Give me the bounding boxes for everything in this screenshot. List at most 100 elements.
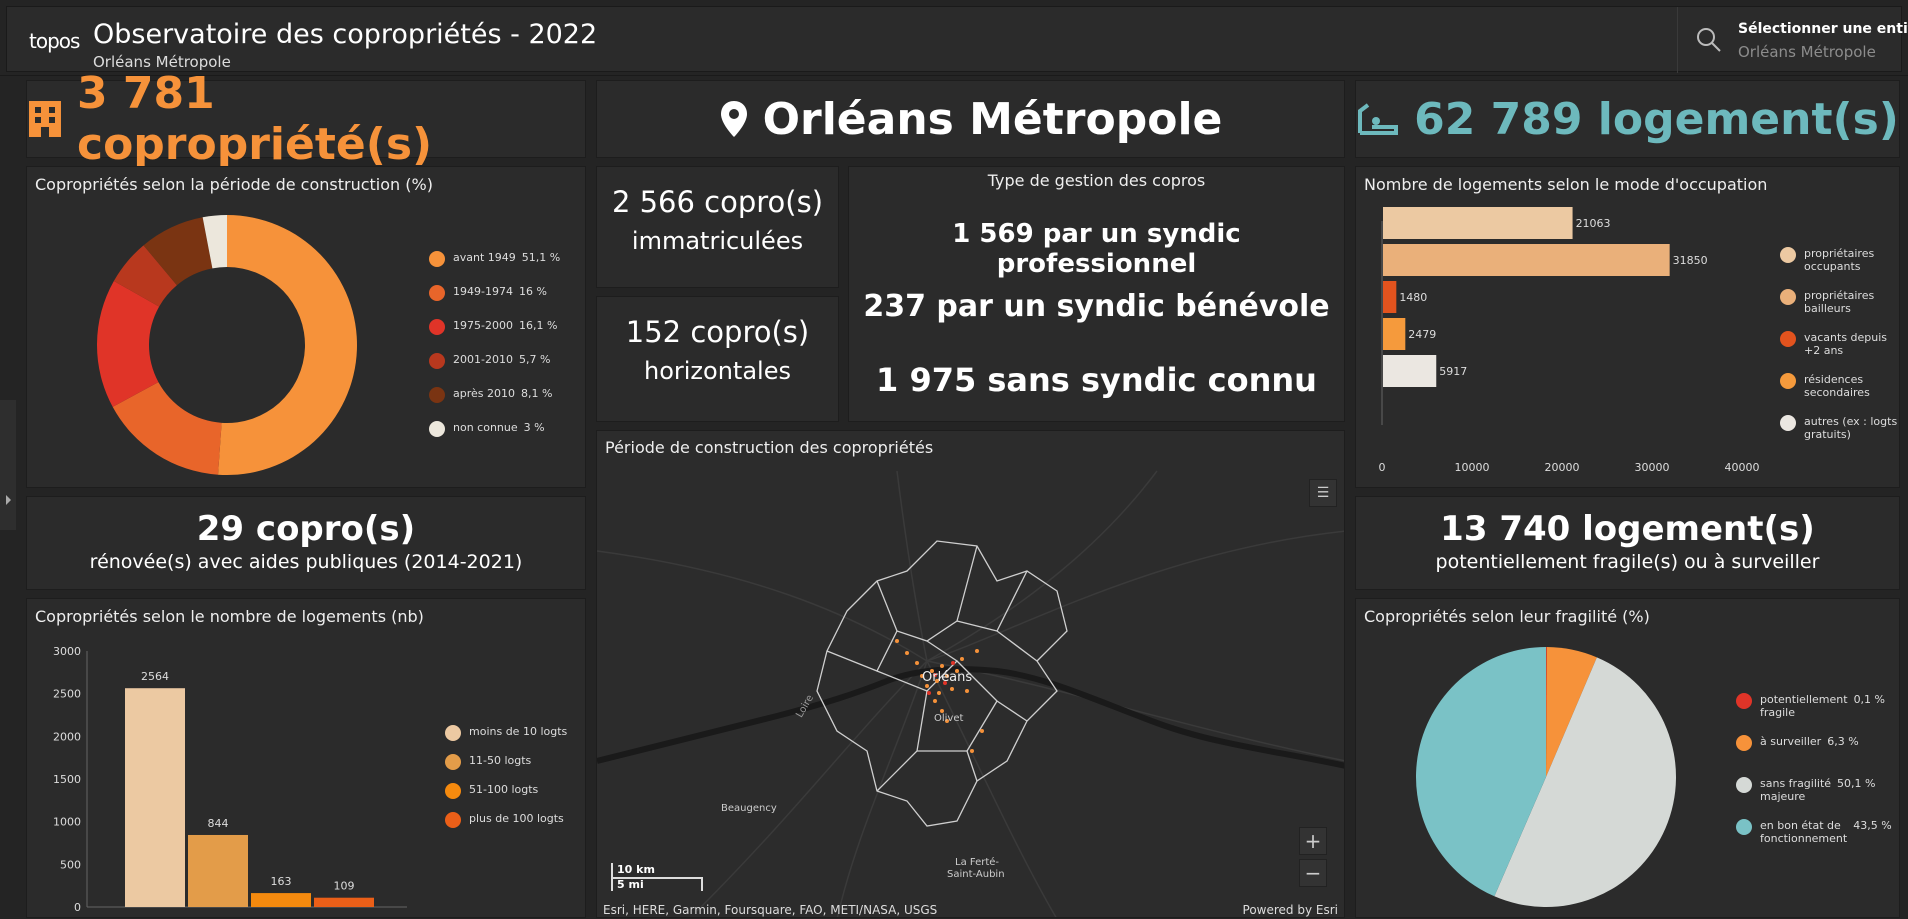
hbar-label-3: 2479 <box>1408 328 1436 341</box>
kpi-territory-panel: Orléans Métropole <box>596 80 1345 158</box>
entity-label: Sélectionner une entité : <box>1738 21 1908 37</box>
hbar-label-1: 31850 <box>1673 254 1708 267</box>
legend-label: 2001-2010 <box>453 353 513 366</box>
vbar-0 <box>125 688 185 907</box>
vbar-tick-2: 1000 <box>53 816 81 829</box>
map-attribution[interactable]: Esri, HERE, Garmin, Foursquare, FAO, MET… <box>603 903 937 917</box>
vbar-label-2: 163 <box>271 875 292 888</box>
legend-swatch <box>445 725 461 741</box>
building-icon <box>28 101 61 137</box>
fragilite-chart-panel: Copropriétés selon leur fragilité (%) po… <box>1355 598 1900 918</box>
map-panel[interactable]: Période de construction des copropriétés <box>596 430 1345 918</box>
legend-item: résidences secondaires <box>1780 373 1870 399</box>
legend-label: 1949-1974 <box>453 285 513 298</box>
search-icon[interactable] <box>1696 27 1722 53</box>
legend-swatch <box>1736 693 1752 709</box>
map-label-saint-aubin: Saint-Aubin <box>947 869 1005 880</box>
gestion-sans-syndic: 1 975 sans syndic connu <box>876 361 1317 399</box>
legend-label: à surveiller <box>1760 735 1822 748</box>
hbar-tick-3: 30000 <box>1635 461 1670 474</box>
legend-item: à surveiller 6,3 % <box>1736 735 1859 751</box>
gestion-benevole: 237 par un syndic bénévole <box>863 289 1330 324</box>
legend-item: 1949-1974 16 % <box>429 285 547 301</box>
legend-value: 3 % <box>523 421 545 434</box>
legend-item: 11-50 logts <box>445 754 531 770</box>
legend-value: 8,1 % <box>521 387 553 400</box>
legend-swatch <box>1736 777 1752 793</box>
renovees-panel: 29 copro(s) rénovée(s) avec aides publiq… <box>26 496 586 590</box>
legend-label: 1975-2000 <box>453 319 513 332</box>
hbar-label-2: 1480 <box>1399 291 1427 304</box>
topos-logo: topos <box>29 29 80 53</box>
scale-mi: 5 mi <box>617 878 644 891</box>
vbar-tick-1: 500 <box>60 858 81 871</box>
legend-item: autres (ex : logts gratuits) <box>1780 415 1897 441</box>
map-label-orleans: Orléans <box>922 670 973 685</box>
sidebar-toggle[interactable] <box>0 400 16 530</box>
periode-chart-panel: Copropriétés selon la période de constru… <box>26 166 586 488</box>
horizontales-count: 152 copro(s) <box>625 315 810 349</box>
app-title: Observatoire des copropriétés - 2022 <box>93 19 598 50</box>
donut-slice-0 <box>218 215 357 475</box>
vbar-label-3: 109 <box>334 880 355 893</box>
legend-label: moins de 10 logts <box>469 725 568 738</box>
hbar-tick-1: 10000 <box>1455 461 1490 474</box>
horizontales-panel: 152 copro(s) horizontales <box>596 296 839 422</box>
vbar-3 <box>314 897 374 907</box>
legend-item: en bon état de fonctionnement 43,5 % <box>1736 819 1892 845</box>
chevron-right-icon[interactable] <box>0 400 16 530</box>
renovees-label: rénovée(s) avec aides publiques (2014-20… <box>89 551 523 573</box>
fragiles-label: potentiellement fragile(s) ou à surveill… <box>1435 551 1820 573</box>
legend-item: propriétaires bailleurs <box>1780 289 1874 315</box>
housing-icon <box>1358 103 1399 135</box>
gestion-panel: Type de gestion des copros 1 569 par un … <box>848 166 1345 422</box>
entity-selector[interactable]: Sélectionner une entité : Orléans Métrop… <box>1677 7 1908 73</box>
legend-item: avant 1949 51,1 % <box>429 251 560 267</box>
vbar-2 <box>251 893 311 907</box>
zoom-out-button[interactable]: − <box>1299 859 1327 887</box>
hbar-label-0: 21063 <box>1576 217 1611 230</box>
kpi-coproprietes-panel: 3 781 copropriété(s) <box>26 68 586 170</box>
legend-label: vacants depuis +2 ans <box>1804 331 1888 357</box>
legend-item: plus de 100 logts <box>445 812 564 828</box>
legend-label: plus de 100 logts <box>469 812 564 825</box>
legend-label: propriétaires bailleurs <box>1804 289 1875 315</box>
nb-logements-chart-panel: Copropriétés selon le nombre de logement… <box>26 598 586 918</box>
fragiles-panel: 13 740 logement(s) potentiellement fragi… <box>1355 496 1900 590</box>
vbar-label-1: 844 <box>208 817 229 830</box>
legend-item: moins de 10 logts <box>445 725 567 741</box>
map-title: Période de construction des copropriétés <box>605 438 934 457</box>
vbar-label-0: 2564 <box>141 670 169 683</box>
hbar-tick-2: 20000 <box>1545 461 1580 474</box>
gestion-title: Type de gestion des copros <box>987 171 1206 190</box>
legend-item: potentiellement fragile 0,1 % <box>1736 693 1885 719</box>
legend-list-icon[interactable]: ☰ <box>1309 479 1337 507</box>
map-pin-icon <box>720 101 747 137</box>
legend-item: sans fragilité majeure 50,1 % <box>1736 777 1876 803</box>
legend-swatch <box>429 421 445 437</box>
legend-label: sans fragilité majeure <box>1760 777 1832 803</box>
legend-swatch <box>429 285 445 301</box>
legend-swatch <box>429 387 445 403</box>
legend-label: autres (ex : logts gratuits) <box>1804 415 1898 441</box>
hbar-1 <box>1383 244 1670 276</box>
legend-swatch <box>1780 331 1796 347</box>
legend-label: non connue <box>453 421 518 434</box>
legend-label: après 2010 <box>453 387 515 400</box>
legend-label: 11-50 logts <box>469 754 532 767</box>
hbar-3 <box>1383 318 1406 350</box>
legend-item: propriétaires occupants <box>1780 247 1874 273</box>
app-header: topos Observatoire des copropriétés - 20… <box>0 0 1908 76</box>
entity-value[interactable]: Orléans Métropole <box>1738 43 1876 61</box>
powered-by-esri[interactable]: Powered by Esri <box>1243 903 1338 917</box>
legend-swatch <box>1736 735 1752 751</box>
vbar-tick-3: 1500 <box>53 773 81 786</box>
scale-km: 10 km <box>617 863 655 876</box>
legend-swatch <box>1780 415 1796 431</box>
immatriculees-count: 2 566 copro(s) <box>611 185 824 219</box>
vbar-1 <box>188 834 248 907</box>
zoom-in-button[interactable]: + <box>1299 827 1327 855</box>
legend-swatch <box>429 353 445 369</box>
legend-value: 43,5 % <box>1853 819 1892 832</box>
legend-value: 51,1 % <box>521 251 561 264</box>
